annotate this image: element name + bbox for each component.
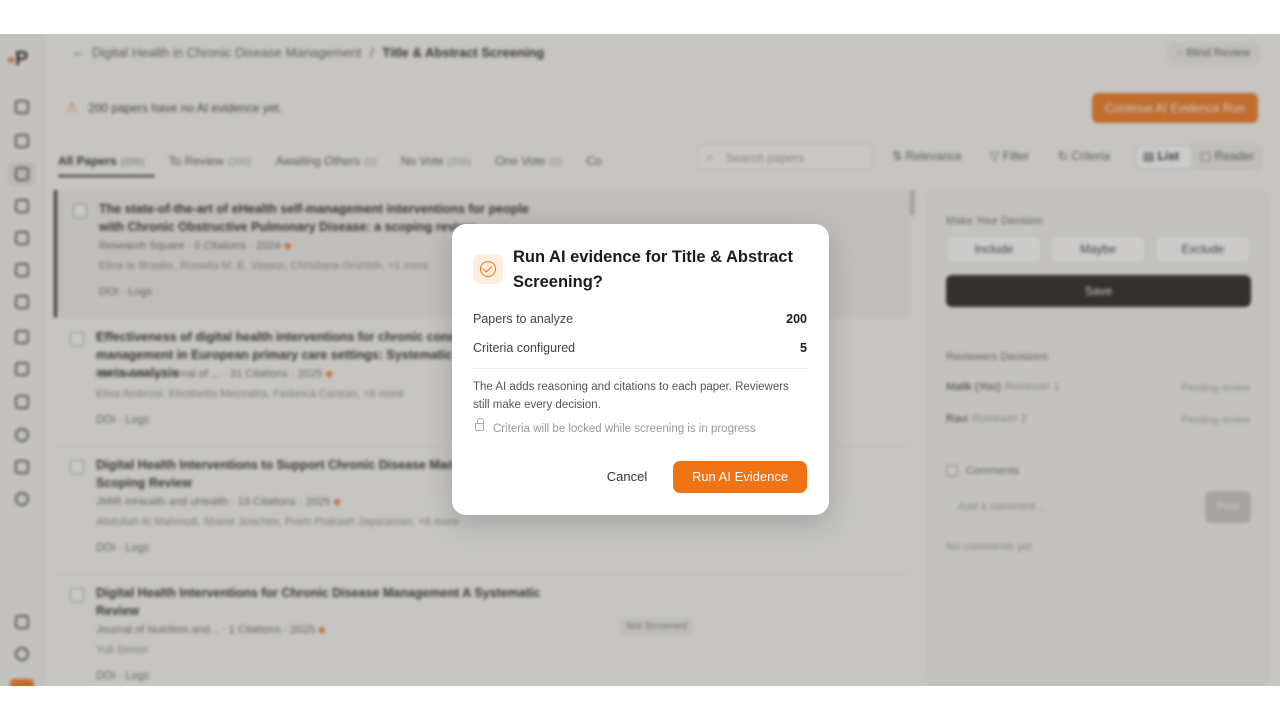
cancel-button[interactable]: Cancel (599, 461, 655, 493)
dialog-icon-container (473, 254, 503, 284)
top-margin (0, 0, 1280, 34)
dialog-title: Run AI evidence for Title & Abstract Scr… (513, 248, 793, 291)
bottom-margin (0, 686, 1280, 720)
papers-to-analyze-value: 200 (786, 312, 807, 326)
lock-icon (475, 418, 484, 431)
run-ai-evidence-button[interactable]: Run AI Evidence (673, 461, 807, 493)
app-window: P ← Digital Health in Chronic Disease Ma… (0, 34, 1280, 686)
dialog-description: The AI adds reasoning and citations to e… (473, 381, 789, 411)
criteria-configured-label: Criteria configured (473, 341, 576, 355)
dialog-divider (473, 368, 808, 369)
criteria-configured-value: 5 (800, 341, 807, 355)
run-ai-evidence-dialog: Run AI evidence for Title & Abstract Scr… (452, 224, 829, 515)
papers-to-analyze-label: Papers to analyze (473, 312, 574, 326)
criteria-lock-note: Criteria will be locked while screening … (493, 423, 756, 435)
check-circle-icon (480, 261, 496, 277)
